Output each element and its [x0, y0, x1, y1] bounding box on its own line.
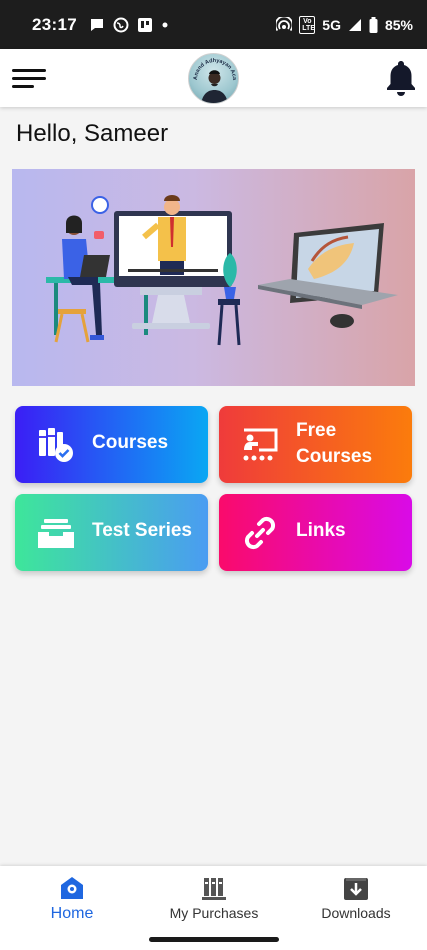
- signal-icon: [348, 18, 361, 31]
- test-series-label: Test Series: [92, 520, 192, 541]
- greeting-text: Hello, Sameer: [16, 120, 169, 147]
- nav-my-purchases-label: My Purchases: [169, 905, 259, 921]
- volte-badge: Vo LTE: [299, 15, 316, 34]
- battery-icon: [369, 16, 378, 33]
- nav-downloads[interactable]: Downloads: [313, 866, 399, 928]
- more-dot-icon: [162, 22, 168, 27]
- free-courses-card[interactable]: Free Courses: [219, 406, 412, 483]
- status-bar: 23:17 Vo LTE 5G 85%: [0, 0, 427, 49]
- home-gesture-handle[interactable]: [149, 937, 279, 942]
- notification-icons: [89, 17, 169, 33]
- menu-line-bottom: [12, 85, 34, 88]
- free-courses-line1: Free: [296, 420, 337, 441]
- menu-button[interactable]: [12, 69, 46, 89]
- links-label: Links: [296, 520, 346, 541]
- notifications-button[interactable]: [384, 58, 418, 98]
- globe-notification-icon: [113, 17, 129, 32]
- logo-portrait-icon: Anand Adhyayan Academy: [189, 54, 237, 103]
- network-label: 5G: [322, 16, 341, 33]
- status-right: Vo LTE 5G 85%: [276, 15, 413, 34]
- menu-line-top: [12, 69, 46, 72]
- test-series-card[interactable]: Test Series: [15, 494, 208, 571]
- tray-icon: [38, 519, 74, 548]
- bottom-navigation: Home My Purchases Downloads: [0, 866, 427, 928]
- hotspot-icon: [276, 16, 293, 31]
- menu-line-middle: [12, 77, 46, 80]
- chat-notification-icon: [90, 18, 103, 31]
- presentation-icon: [243, 428, 278, 461]
- online-learning-illustration: [46, 195, 398, 346]
- nav-downloads-label: Downloads: [321, 905, 391, 921]
- links-card[interactable]: Links: [219, 494, 412, 571]
- courses-card[interactable]: Courses: [15, 406, 208, 483]
- board-notification-icon: [137, 17, 152, 32]
- home-icon: [61, 877, 83, 899]
- nav-home[interactable]: Home: [36, 866, 108, 928]
- link-icon: [244, 516, 276, 550]
- academy-logo: Anand Adhyayan Academy: [188, 53, 239, 104]
- bell-icon: [387, 61, 415, 96]
- promo-banner[interactable]: [12, 169, 415, 386]
- app-bar: Anand Adhyayan Academy: [0, 49, 427, 107]
- nav-home-label: Home: [50, 905, 94, 922]
- free-courses-line2: Courses: [296, 446, 373, 467]
- courses-label: Courses: [92, 432, 169, 453]
- download-icon: [344, 878, 368, 900]
- books-check-icon: [39, 428, 73, 462]
- status-time: 23:17: [32, 14, 77, 34]
- free-courses-label: Free Courses: [296, 418, 372, 470]
- nav-my-purchases[interactable]: My Purchases: [162, 866, 266, 928]
- battery-percent: 85%: [384, 16, 413, 33]
- library-icon: [202, 878, 226, 900]
